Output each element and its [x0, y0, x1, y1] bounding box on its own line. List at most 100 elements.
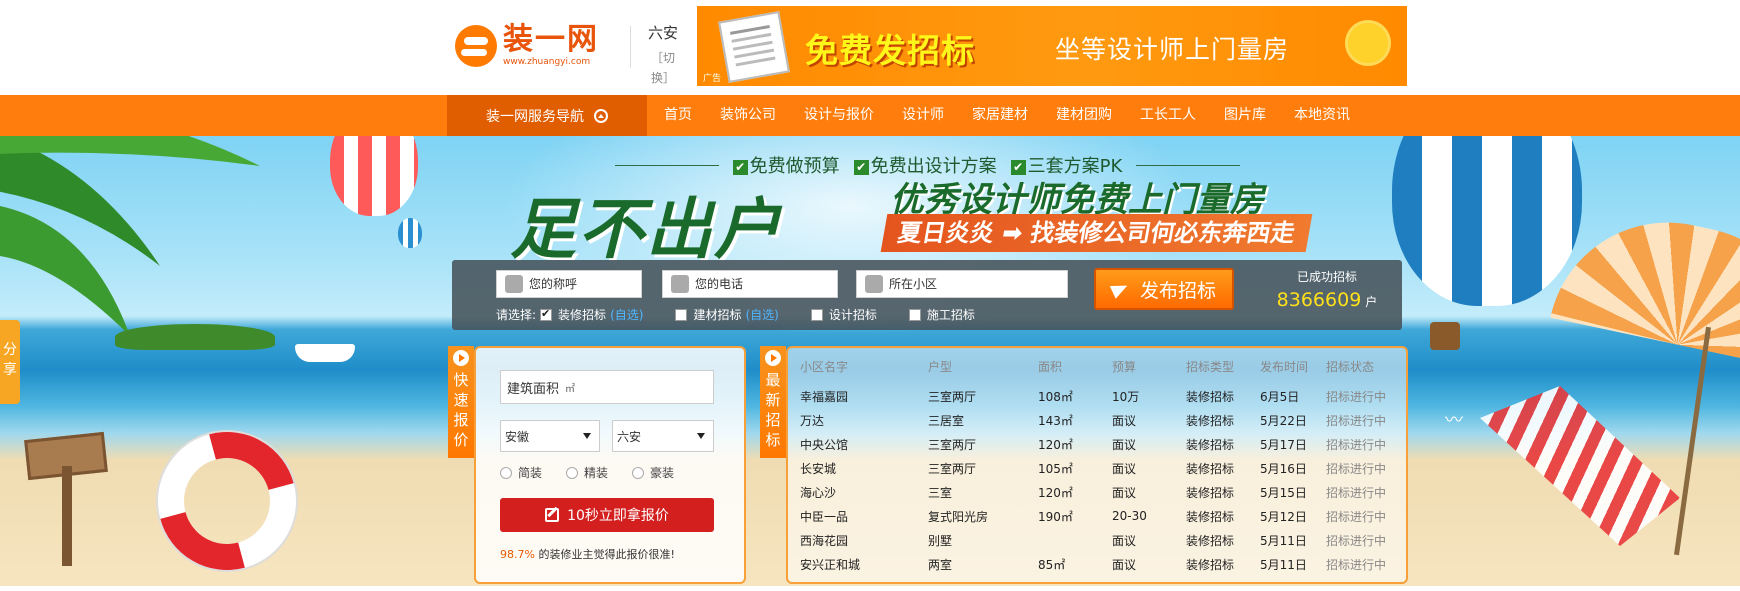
table-cell: 海心沙	[800, 485, 837, 500]
table-cell: 面议	[1112, 413, 1137, 428]
nav-items: 首页 装饰公司 设计与报价 设计师 家居建材 建材团购 工长工人 图片库 本地资…	[650, 95, 1364, 136]
table-cell: 装修招标	[1186, 437, 1235, 452]
table-row[interactable]: 中央公馆 三室两厅 120㎡ 面议 装修招标 5月17日 招标进行中	[800, 432, 1400, 456]
document-icon	[718, 11, 790, 83]
choose-label: 请选择:	[496, 308, 537, 322]
table-cell: 中央公馆	[800, 437, 849, 452]
table-cell: 6月5日	[1260, 389, 1300, 404]
nav-item-design-quote[interactable]: 设计与报价	[790, 95, 888, 136]
city-select[interactable]: 六安	[612, 420, 714, 452]
island-decoration	[115, 324, 275, 350]
nav-item-group-buy[interactable]: 建材团购	[1042, 95, 1126, 136]
table-row[interactable]: 西海花园 别墅 面议 装修招标 5月11日 招标进行中	[800, 528, 1400, 552]
table-cell: 85㎡	[1038, 557, 1066, 572]
header-ad-banner[interactable]: 免费发招标 坐等设计师上门量房 广告	[697, 6, 1407, 86]
checkbox[interactable]	[908, 308, 921, 321]
table-cell: 三室两厅	[928, 389, 977, 404]
table-cell: 招标进行中	[1326, 461, 1387, 476]
table-cell: 三室两厅	[928, 437, 977, 452]
lifebuoy-decoration	[158, 432, 296, 570]
area-input[interactable]: 建筑面积 ㎡	[500, 370, 714, 404]
nav-item-home[interactable]: 首页	[650, 95, 706, 136]
table-cell: 5月11日	[1260, 557, 1307, 572]
send-icon	[1109, 279, 1131, 299]
city-switch-link[interactable]: ［切换］	[642, 48, 684, 88]
table-row[interactable]: 中臣一品 复式阳光房 190㎡ 20-30 装修招标 5月12日 招标进行中	[800, 504, 1400, 528]
table-cell: 三居室	[928, 413, 965, 428]
ad-headline: 免费发招标	[805, 31, 975, 70]
table-row[interactable]: 万达 三居室 143㎡ 面议 装修招标 5月22日 招标进行中	[800, 408, 1400, 432]
option-design[interactable]: 设计招标	[810, 306, 877, 323]
palm-leaves-decoration	[0, 136, 260, 336]
phone-field[interactable]	[662, 270, 838, 298]
table-cell: 招标进行中	[1326, 533, 1387, 548]
hero-banner: 〰 ✔ 免费做预算 ✔ 免费出设计方案 ✔ 三套方案PK 足不出户 优秀设计师免费上门…	[0, 136, 1740, 586]
option-materials[interactable]: 建材招标 (自选)	[675, 306, 779, 323]
radio-luxury[interactable]: 豪装	[632, 464, 674, 481]
table-cell: 5月15日	[1260, 485, 1307, 500]
table-cell: 装修招标	[1186, 509, 1235, 524]
table-row[interactable]: 安兴正和城 两室 85㎡ 面议 装修招标 5月11日 招标进行中	[800, 552, 1400, 576]
checkbox[interactable]	[540, 307, 553, 321]
site-logo[interactable]: 装一网 www.zhuangyi.com	[455, 18, 599, 74]
table-row[interactable]: 海心沙 三室 120㎡ 面议 装修招标 5月15日 招标进行中	[800, 480, 1400, 504]
community-field[interactable]	[856, 270, 1068, 298]
nav-item-companies[interactable]: 装饰公司	[706, 95, 790, 136]
seagull-icon: 〰	[1445, 410, 1463, 431]
table-cell: 5月22日	[1260, 413, 1307, 428]
table-cell: 5月11日	[1260, 533, 1307, 548]
nav-item-local-news[interactable]: 本地资讯	[1280, 95, 1364, 136]
phone-input[interactable]	[695, 277, 837, 291]
checkbox[interactable]	[810, 308, 823, 321]
table-row[interactable]: 长安城 三室两厅 105㎡ 面议 装修招标 5月16日 招标进行中	[800, 456, 1400, 480]
table-cell: 装修招标	[1186, 389, 1235, 404]
table-cell: 招标进行中	[1326, 437, 1387, 452]
play-icon	[765, 350, 781, 366]
province-select[interactable]: 安徽	[500, 420, 600, 452]
radio-basic[interactable]: 简装	[500, 464, 542, 481]
table-cell: 中臣一品	[800, 509, 849, 524]
radio-fine[interactable]: 精装	[566, 464, 608, 481]
phone-icon	[671, 275, 689, 293]
checkbox[interactable]	[675, 308, 688, 321]
chevron-down-icon	[697, 433, 705, 439]
table-row[interactable]: 幸福嘉园 三室两厅 108㎡ 10万 装修招标 6月5日 招标进行中	[800, 384, 1400, 408]
publish-bid-button[interactable]: 发布招标	[1094, 268, 1234, 310]
table-cell: 装修招标	[1186, 413, 1235, 428]
user-icon	[505, 275, 523, 293]
table-cell: 面议	[1112, 437, 1137, 452]
logo-title: 装一网	[503, 22, 599, 57]
main-nav: 装一网服务导航 首页 装饰公司 设计与报价 设计师 家居建材 建材团购 工长工人…	[0, 95, 1740, 136]
success-counter: 已成功招标 8366609 户	[1276, 270, 1378, 311]
table-cell: 别墅	[928, 533, 953, 548]
table-cell: 招标进行中	[1326, 557, 1387, 572]
finish-level-radios: 简装 精装 豪装	[500, 464, 674, 481]
nav-item-gallery[interactable]: 图片库	[1210, 95, 1280, 136]
city-selector: 六安 ［切换］	[642, 22, 684, 88]
table-cell: 招标进行中	[1326, 413, 1387, 428]
table-cell: 143㎡	[1038, 413, 1073, 428]
option-construction[interactable]: 施工招标	[908, 306, 975, 323]
hero-tagline: 夏日炎炎 ➡ 找装修公司何必东奔西走	[880, 214, 1313, 252]
table-cell: 面议	[1112, 533, 1137, 548]
feature-free-budget: ✔ 免费做预算	[732, 152, 840, 178]
option-renovation[interactable]: 装修招标(自选)	[540, 306, 643, 323]
name-input[interactable]	[529, 277, 641, 291]
name-field[interactable]	[496, 270, 642, 298]
table-cell: 10万	[1112, 389, 1140, 404]
nav-item-materials[interactable]: 家居建材	[958, 95, 1042, 136]
chevron-down-icon	[583, 433, 591, 439]
nav-item-designers[interactable]: 设计师	[888, 95, 958, 136]
nav-item-workers[interactable]: 工长工人	[1126, 95, 1210, 136]
share-tab[interactable]: 分享	[0, 320, 20, 404]
table-cell: 招标进行中	[1326, 389, 1387, 404]
header-divider	[630, 26, 631, 68]
table-cell: 复式阳光房	[928, 509, 989, 524]
chevron-up-icon	[594, 108, 608, 123]
bid-form: 请选择: 装修招标(自选) 建材招标(自选) 设计招标 施工招标 发布招标 已成…	[452, 260, 1402, 330]
hero-headline: 足不出户	[510, 191, 782, 268]
get-quote-button[interactable]: 10秒立即拿报价	[500, 498, 714, 532]
community-input[interactable]	[889, 277, 1067, 291]
table-cell: 招标进行中	[1326, 485, 1387, 500]
service-nav-button[interactable]: 装一网服务导航	[447, 95, 647, 136]
